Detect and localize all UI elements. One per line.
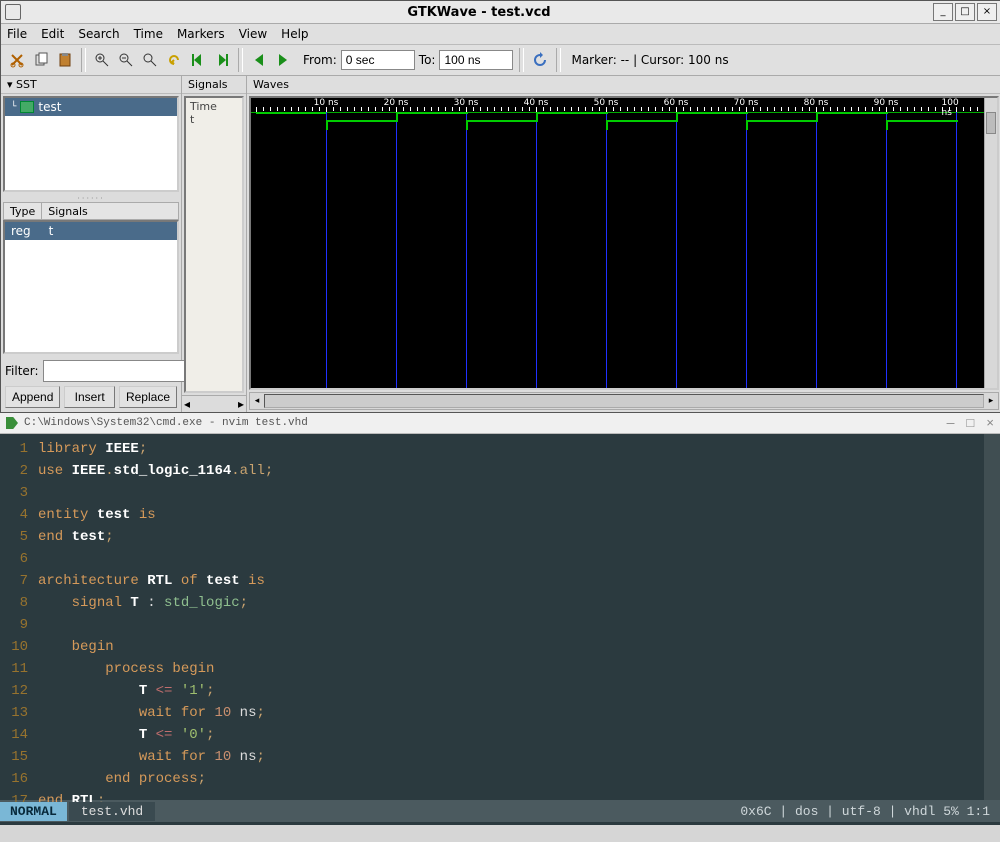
window-title: GTKWave - test.vcd — [27, 5, 931, 20]
seek-start-icon[interactable] — [188, 50, 208, 70]
tree-item-test[interactable]: └ test — [5, 98, 177, 116]
waveform-canvas[interactable]: 10 ns20 ns30 ns40 ns50 ns60 ns70 ns80 ns… — [249, 96, 999, 390]
waves-panel: Waves 10 ns20 ns30 ns40 ns50 ns60 ns70 n… — [247, 76, 1000, 412]
module-icon — [20, 101, 34, 113]
insert-button[interactable]: Insert — [64, 386, 115, 408]
neovim-icon — [6, 417, 18, 429]
menu-search[interactable]: Search — [78, 27, 119, 41]
signals-table-header: Type Signals — [3, 202, 179, 220]
zoom-out-icon[interactable] — [116, 50, 136, 70]
nvim-title-text: C:\Windows\System32\cmd.exe - nvim test.… — [24, 417, 308, 429]
nvim-minimize-button[interactable]: — — [947, 416, 955, 431]
nvim-maximize-button[interactable]: □ — [966, 416, 974, 431]
col-signals[interactable]: Signals — [42, 203, 178, 219]
menu-edit[interactable]: Edit — [41, 27, 64, 41]
copy-icon[interactable] — [31, 50, 51, 70]
reload-icon[interactable] — [530, 50, 550, 70]
toolbar-sep4 — [556, 48, 561, 72]
hscroll-right-icon[interactable]: ▸ — [984, 396, 998, 406]
zoom-fit-icon[interactable] — [140, 50, 160, 70]
sst-header[interactable]: ▾ SST — [1, 76, 181, 94]
code-area[interactable]: library IEEE; use IEEE.std_logic_1164.al… — [34, 434, 984, 800]
prev-edge-icon[interactable] — [249, 50, 269, 70]
maximize-button[interactable]: □ — [955, 3, 975, 21]
signals-list[interactable]: reg t — [3, 220, 179, 354]
signames-hscroll[interactable]: ◂▸ — [182, 395, 246, 412]
waves-vscroll[interactable] — [984, 98, 997, 388]
signal-names-list[interactable]: Time t — [184, 96, 244, 393]
vscroll-thumb[interactable] — [986, 112, 996, 134]
toolbar: From: To: Marker: -- | Cursor: 100 ns — [1, 45, 1000, 76]
statusline-right: 0x6C | dos | utf-8 | vhdl 5% 1:1 — [740, 804, 1000, 819]
nvim-statusline: NORMAL test.vhd 0x6C | dos | utf-8 | vhd… — [0, 800, 1000, 822]
close-button[interactable]: × — [977, 3, 997, 21]
zoom-undo-icon[interactable] — [164, 50, 184, 70]
append-button[interactable]: Append — [5, 386, 60, 408]
from-label: From: — [303, 53, 337, 67]
nvim-scrollbar[interactable] — [984, 434, 1000, 800]
splitter-handle[interactable]: ······ — [1, 194, 181, 200]
filter-label: Filter: — [5, 364, 39, 378]
next-edge-icon[interactable] — [273, 50, 293, 70]
mode-indicator: NORMAL — [0, 802, 67, 821]
menu-file[interactable]: File — [7, 27, 27, 41]
line-number-gutter: 1234567891011121314151617 — [0, 434, 34, 800]
signal-name: t — [49, 224, 54, 238]
filter-row: Filter: — [1, 356, 181, 386]
to-label: To: — [419, 53, 436, 67]
time-row-label: Time — [190, 100, 238, 113]
statusline-filename: test.vhd — [69, 802, 155, 821]
menu-time[interactable]: Time — [134, 27, 163, 41]
hscroll-left-icon[interactable]: ◂ — [250, 396, 264, 406]
hscroll-track[interactable] — [264, 394, 984, 408]
toolbar-sep3 — [519, 48, 524, 72]
signal-row[interactable]: reg t — [5, 222, 177, 240]
seek-end-icon[interactable] — [212, 50, 232, 70]
menu-view[interactable]: View — [239, 27, 267, 41]
col-type[interactable]: Type — [4, 203, 42, 219]
menu-help[interactable]: Help — [281, 27, 308, 41]
signals-col-header: Signals — [182, 76, 246, 94]
tree-item-label: test — [38, 100, 61, 114]
menu-markers[interactable]: Markers — [177, 27, 225, 41]
minimize-button[interactable]: _ — [933, 3, 953, 21]
nvim-close-button[interactable]: × — [986, 416, 994, 431]
from-input[interactable] — [341, 50, 415, 70]
menubar: File Edit Search Time Markers View Help — [1, 24, 1000, 45]
waves-header: Waves — [247, 76, 1000, 94]
signal-row-label[interactable]: t — [190, 113, 238, 126]
tree-expand-icon[interactable]: └ — [11, 102, 16, 112]
waves-hscroll[interactable]: ◂ ▸ — [249, 392, 999, 410]
toolbar-sep2 — [238, 48, 243, 72]
zoom-in-icon[interactable] — [92, 50, 112, 70]
nvim-titlebar[interactable]: C:\Windows\System32\cmd.exe - nvim test.… — [0, 413, 1000, 434]
replace-button[interactable]: Replace — [119, 386, 177, 408]
gtk-titlebar[interactable]: GTKWave - test.vcd _ □ × — [1, 1, 1000, 24]
signal-type: reg — [11, 224, 31, 238]
paste-icon[interactable] — [55, 50, 75, 70]
toolbar-sep — [81, 48, 86, 72]
app-icon — [5, 4, 21, 20]
gtkwave-window: GTKWave - test.vcd _ □ × File Edit Searc… — [0, 0, 1000, 413]
hierarchy-tree[interactable]: └ test — [3, 96, 179, 192]
cut-icon[interactable] — [7, 50, 27, 70]
signal-names-panel: Signals Time t ◂▸ — [182, 76, 247, 412]
to-input[interactable] — [439, 50, 513, 70]
status-text: Marker: -- | Cursor: 100 ns — [571, 53, 728, 67]
neovim-window: C:\Windows\System32\cmd.exe - nvim test.… — [0, 413, 1000, 825]
left-panel: ▾ SST └ test ······ Type Signals reg t — [1, 76, 182, 412]
